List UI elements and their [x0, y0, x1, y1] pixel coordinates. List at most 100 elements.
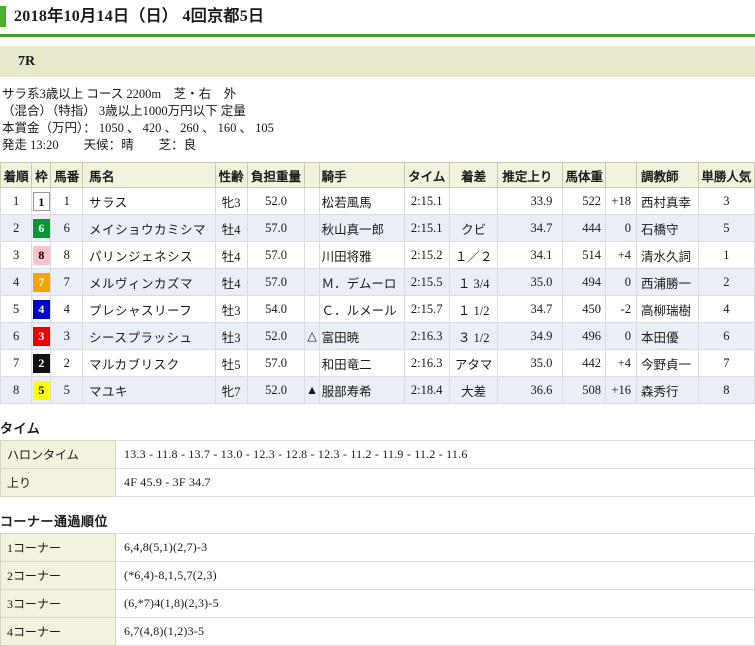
time-row-label: ハロンタイム [0, 440, 116, 469]
frame-color-box: 4 [32, 299, 50, 319]
cell-body-diff: +4 [604, 349, 637, 377]
cell-margin: クビ [448, 214, 499, 242]
cell-horse-number: 4 [50, 295, 84, 323]
cell-trainer[interactable]: 西浦勝一 [635, 268, 699, 296]
cell-popularity: 2 [697, 268, 755, 296]
cell-trainer[interactable]: 清水久詞 [635, 241, 699, 269]
cell-frame-number: 4 [31, 295, 52, 323]
cell-last-3f: 34.7 [497, 295, 564, 323]
cell-rank: 3 [0, 241, 33, 269]
table-row: 7 2 2 マルカブリスク 牡5 57.0 和田竜二 2:16.3 アタマ 35.0 442 +4 今野… [0, 349, 755, 377]
cell-horse-name[interactable]: シースプラッシュ [82, 322, 216, 350]
cell-body-weight: 450 [562, 295, 606, 323]
cell-jockey[interactable]: 富田暁 [318, 322, 405, 350]
race-results-table: 着順 枠 馬番 馬名 性齢 負担重量 騎手 タイム 着差 推定上り 馬体重 調教… [0, 162, 755, 404]
cell-sex-age: 牡5 [214, 349, 248, 377]
header-last-3f: 推定上り [497, 162, 564, 188]
race-condition-class: （混合）（特指） 3歳以上1000万円以下 定量 [2, 104, 246, 118]
time-row-label: 上り [0, 468, 116, 497]
cell-margin: 大差 [448, 376, 499, 404]
cell-last-3f: 35.0 [497, 349, 564, 377]
corner-section-title: コーナー通過順位 [0, 514, 109, 529]
cell-body-diff: +4 [604, 241, 637, 269]
cell-body-diff: 0 [604, 322, 637, 350]
cell-horse-name[interactable]: プレシャスリーフ [82, 295, 216, 323]
cell-last-3f: 35.0 [497, 268, 564, 296]
cell-popularity: 7 [697, 349, 755, 377]
cell-carry-weight: 52.0 [246, 376, 306, 404]
header-carry-weight: 負担重量 [246, 162, 306, 188]
cell-trainer[interactable]: 今野貞一 [635, 349, 699, 377]
time-table: ハロンタイム 13.3 - 11.8 - 13.7 - 13.0 - 12.3 -… [0, 440, 755, 497]
cell-margin: １ 1/2 [448, 295, 499, 323]
cell-body-weight: 496 [562, 322, 606, 350]
results-table-body: 1 1 1 サラス 牝3 52.0 松若風馬 2:15.1 33.9 522 +18 西村真幸 3 2 6 6… [0, 187, 755, 404]
cell-horse-name[interactable]: パリンジェネシス [82, 241, 216, 269]
cell-frame-number: 7 [31, 268, 52, 296]
cell-jockey[interactable]: Ｃ．ルメール [318, 295, 405, 323]
cell-jockey[interactable]: 服部寿希 [318, 376, 405, 404]
cell-popularity: 4 [697, 295, 755, 323]
cell-horse-name[interactable]: サラス [82, 187, 216, 215]
cell-carry-weight: 57.0 [246, 349, 306, 377]
cell-trainer[interactable]: 高柳瑞樹 [635, 295, 699, 323]
cell-frame-number: 2 [31, 349, 52, 377]
cell-jockey[interactable]: 川田将雅 [318, 241, 405, 269]
cell-time: 2:15.7 [403, 295, 450, 323]
cell-jockey[interactable]: 松若風馬 [318, 187, 405, 215]
cell-sex-age: 牡4 [214, 241, 248, 269]
header-mark [304, 162, 320, 188]
header-time: タイム [403, 162, 450, 188]
cell-trainer[interactable]: 本田優 [635, 322, 699, 350]
table-row: 3 8 8 パリンジェネシス 牡4 57.0 川田将雅 2:15.2 １／２ 34.1 514 +4 清… [0, 241, 755, 269]
cell-frame-number: 6 [31, 214, 52, 242]
cell-trainer[interactable]: 石橋守 [635, 214, 699, 242]
cell-rank: 7 [0, 349, 33, 377]
cell-horse-name[interactable]: マルカブリスク [82, 349, 216, 377]
corner-row-value: (6,*7)4(1,8)(2,3)-5 [115, 589, 755, 618]
cell-horse-number: 1 [50, 187, 84, 215]
cell-jockey[interactable]: 秋山真一郎 [318, 214, 405, 242]
cell-rank: 6 [0, 322, 33, 350]
cell-rank: 2 [0, 214, 33, 242]
corner-row: 1コーナー 6,4,8(5,1)(2,7)-3 [0, 533, 755, 562]
cell-mark [304, 187, 320, 215]
time-row: 上り 4F 45.9 - 3F 34.7 [0, 468, 755, 497]
cell-frame-number: 3 [31, 322, 52, 350]
cell-popularity: 6 [697, 322, 755, 350]
cell-horse-name[interactable]: メイショウカミシマ [82, 214, 216, 242]
corner-row-value: 6,4,8(5,1)(2,7)-3 [115, 533, 755, 562]
table-row: 2 6 6 メイショウカミシマ 牡4 57.0 秋山真一郎 2:15.1 クビ 34.7 444 0 石… [0, 214, 755, 242]
cell-sex-age: 牡4 [214, 214, 248, 242]
race-conditions: サラ系3歳以上 コース 2200m 芝・右 外 （混合）（特指） 3歳以上100… [0, 77, 755, 154]
corner-table-body: 1コーナー 6,4,8(5,1)(2,7)-3 2コーナー (*6,4)-8,1,5,… [0, 533, 755, 646]
cell-last-3f: 34.9 [497, 322, 564, 350]
cell-body-diff: 0 [604, 214, 637, 242]
header-jockey: 騎手 [318, 162, 405, 188]
cell-mark [304, 241, 320, 269]
cell-body-weight: 442 [562, 349, 606, 377]
cell-horse-name[interactable]: メルヴィンカズマ [82, 268, 216, 296]
corner-row: 3コーナー (6,*7)4(1,8)(2,3)-5 [0, 589, 755, 618]
cell-last-3f: 34.1 [497, 241, 564, 269]
cell-last-3f: 34.7 [497, 214, 564, 242]
cell-horse-number: 6 [50, 214, 84, 242]
cell-sex-age: 牡4 [214, 268, 248, 296]
cell-trainer[interactable]: 西村真幸 [635, 187, 699, 215]
frame-color-box: 7 [32, 272, 50, 292]
cell-time: 2:18.4 [403, 376, 450, 404]
cell-jockey[interactable]: Ｍ．デムーロ [318, 268, 405, 296]
cell-trainer[interactable]: 森秀行 [635, 376, 699, 404]
cell-time: 2:15.1 [403, 187, 450, 215]
cell-carry-weight: 54.0 [246, 295, 306, 323]
time-row: ハロンタイム 13.3 - 11.8 - 13.7 - 13.0 - 12.3 -… [0, 440, 755, 469]
header-margin: 着差 [448, 162, 499, 188]
cell-margin: アタマ [448, 349, 499, 377]
time-row-value: 13.3 - 11.8 - 13.7 - 13.0 - 12.3 - 12.8 … [115, 440, 755, 469]
cell-jockey[interactable]: 和田竜二 [318, 349, 405, 377]
header-horse-name: 馬名 [82, 162, 216, 188]
cell-horse-name[interactable]: マユキ [82, 376, 216, 404]
cell-rank: 4 [0, 268, 33, 296]
race-number-band: 7R [0, 46, 755, 77]
cell-mark [304, 268, 320, 296]
